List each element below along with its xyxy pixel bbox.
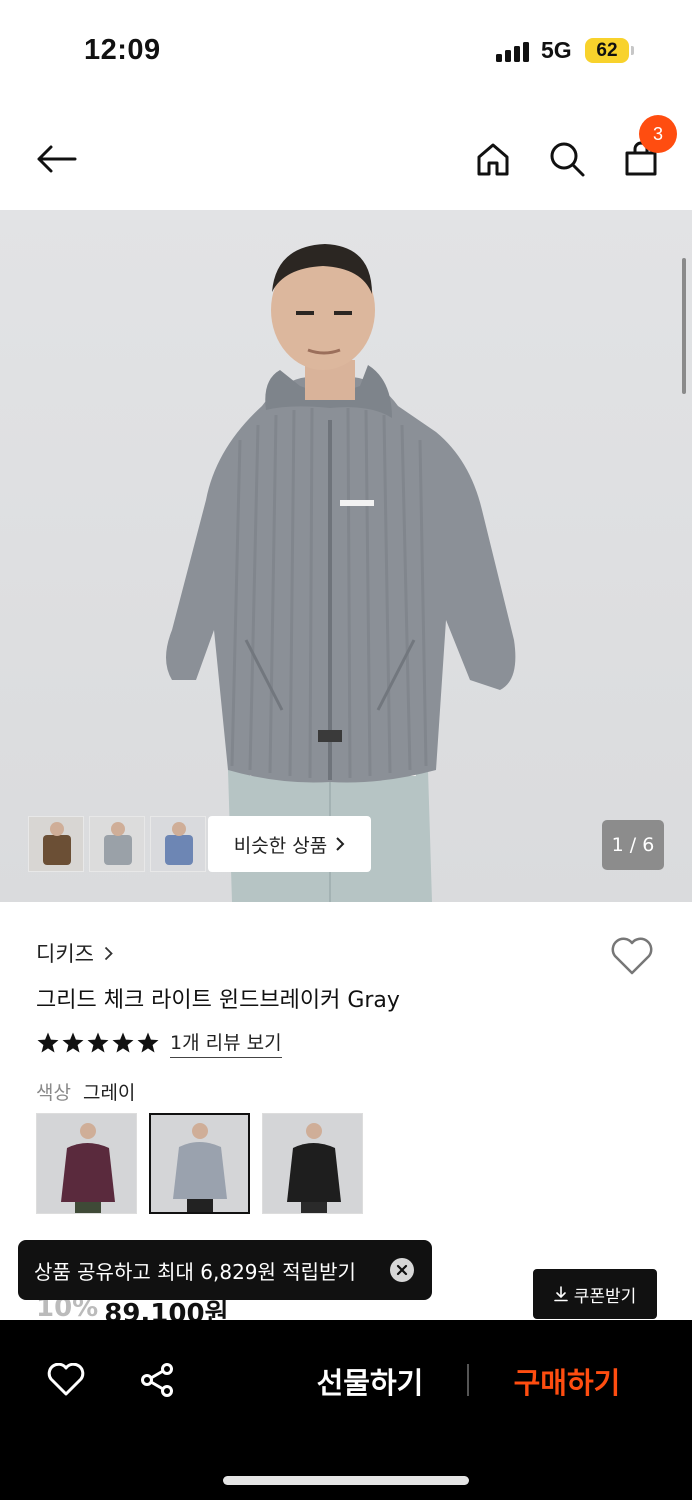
close-icon[interactable] [390, 1258, 414, 1282]
thumbnail-blue[interactable] [150, 816, 206, 872]
back-arrow-icon[interactable] [33, 136, 79, 182]
home-icon[interactable] [470, 136, 516, 182]
similar-products-button[interactable]: 비슷한 상품 [208, 816, 371, 872]
home-indicator[interactable] [223, 1476, 469, 1485]
product-image-gallery[interactable]: 비슷한 상품 1 / 6 [0, 210, 692, 902]
thumbnail-brown[interactable] [28, 816, 84, 872]
toast-message: 상품 공유하고 최대 6,829원 적립받기 [34, 1259, 356, 1284]
star-icon [137, 1032, 159, 1053]
star-rating [36, 1031, 160, 1055]
top-nav [0, 110, 692, 206]
brand-name: 디키즈 [36, 942, 94, 966]
similar-products-label: 비슷한 상품 [233, 834, 328, 857]
thumbnail-gray[interactable] [89, 816, 145, 872]
cart-count-badge: 3 [639, 115, 677, 153]
network-label: 5G [541, 37, 572, 63]
color-swatches [36, 1113, 363, 1214]
coupon-label: 쿠폰받기 [573, 1286, 637, 1307]
chevron-right-icon [104, 946, 113, 960]
signal-icon [496, 42, 532, 62]
swatch-black[interactable] [262, 1113, 363, 1214]
download-icon [553, 1286, 568, 1302]
image-page-counter: 1 / 6 [602, 820, 664, 870]
battery-icon: 62 [585, 38, 629, 63]
status-bar: 12:09 5G 62 [0, 0, 692, 100]
star-icon [37, 1032, 59, 1053]
rating-row: 1개 리뷰 보기 [36, 1028, 282, 1058]
product-model-photo [166, 244, 516, 902]
color-option-row: 색상 그레이 [36, 1078, 135, 1105]
scroll-indicator [682, 258, 686, 394]
search-icon[interactable] [544, 136, 590, 182]
color-label: 색상 [36, 1082, 71, 1104]
bottom-action-bar: 선물하기 구매하기 [0, 1320, 692, 1500]
wishlist-heart-icon[interactable] [610, 936, 654, 980]
swatch-gray[interactable] [149, 1113, 250, 1214]
swatch-burgundy[interactable] [36, 1113, 137, 1214]
gift-button[interactable]: 선물하기 [300, 1356, 440, 1406]
coupon-button[interactable]: 쿠폰받기 [533, 1269, 657, 1319]
buy-button[interactable]: 구매하기 [497, 1356, 637, 1406]
battery-tip [631, 46, 634, 55]
color-value: 그레이 [82, 1082, 136, 1104]
chevron-right-icon [336, 837, 345, 851]
divider [467, 1364, 469, 1396]
brand-link[interactable]: 디키즈 [36, 938, 113, 968]
share-reward-toast[interactable]: 상품 공유하고 최대 6,829원 적립받기 [18, 1240, 432, 1300]
star-icon [62, 1032, 84, 1053]
status-time: 12:09 [84, 34, 161, 66]
color-thumbnails [28, 816, 206, 872]
star-icon [112, 1032, 134, 1053]
review-link[interactable]: 1개 리뷰 보기 [170, 1028, 282, 1058]
product-title: 그리드 체크 라이트 윈드브레이커 Gray [36, 988, 400, 1013]
heart-icon[interactable] [46, 1360, 86, 1400]
share-icon[interactable] [137, 1360, 177, 1400]
star-icon [87, 1032, 109, 1053]
